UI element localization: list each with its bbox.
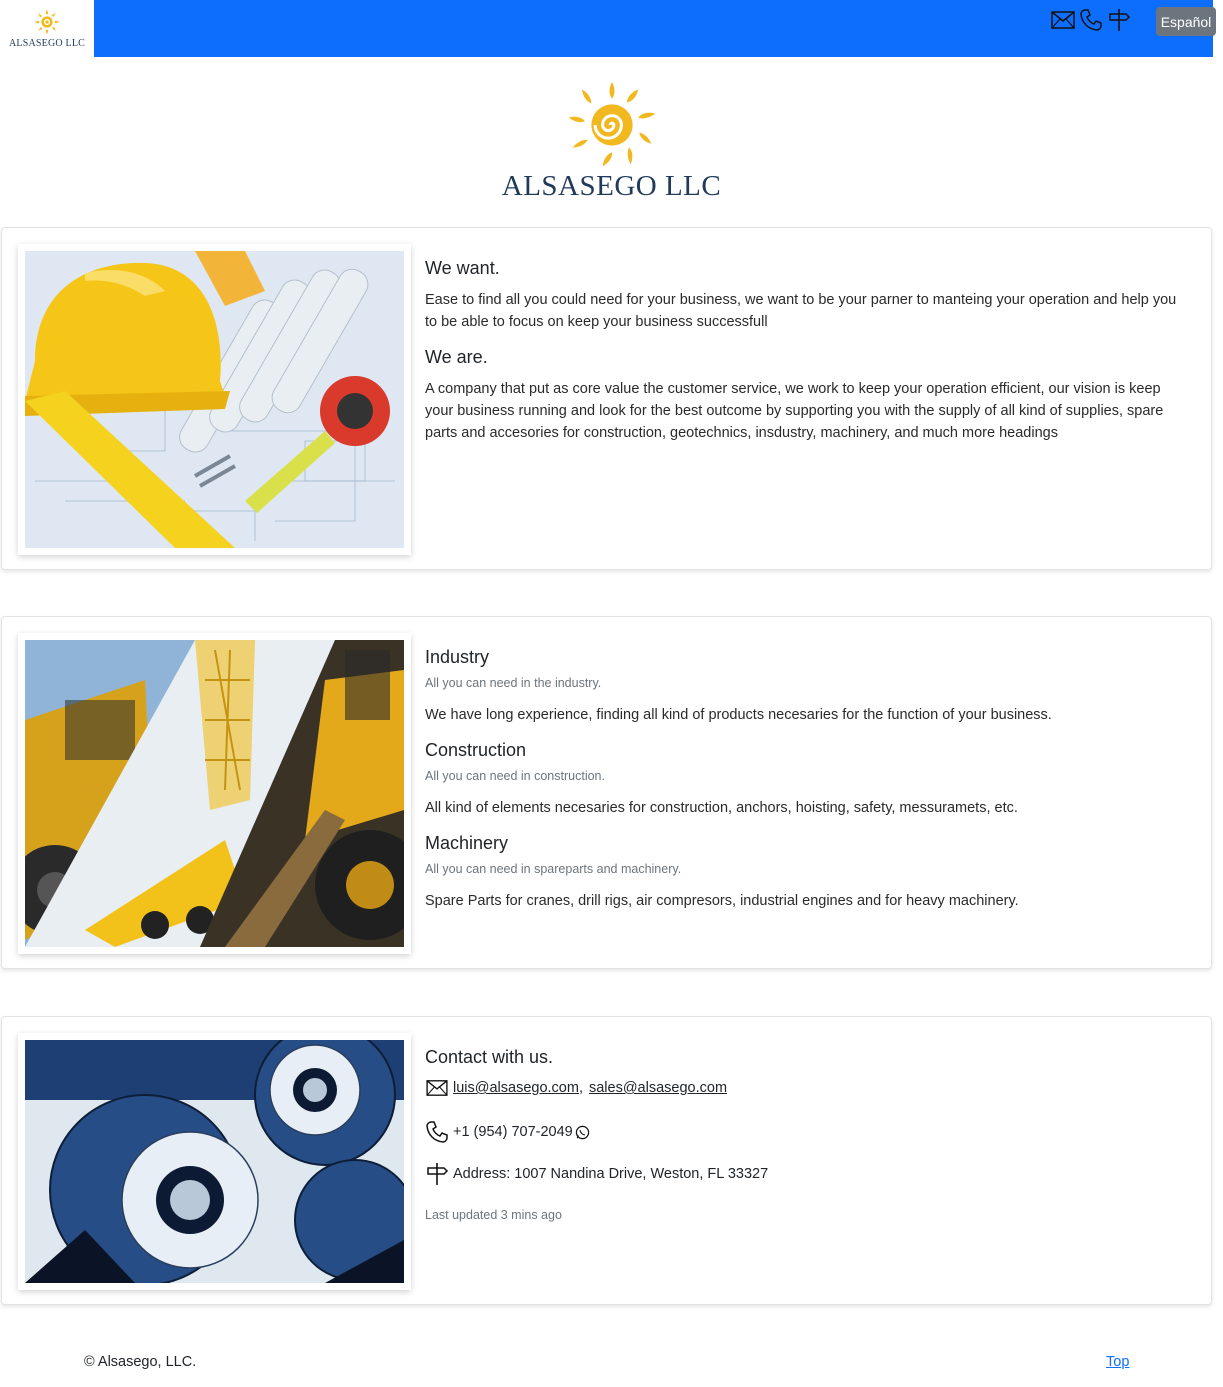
service-subtitle: All you can need in spareparts and machi… bbox=[425, 862, 682, 876]
service-item: Construction All you can need in constru… bbox=[425, 740, 1183, 819]
about-body: We want. Ease to find all you could need… bbox=[425, 258, 1183, 444]
service-subtitle: All you can need in the industry. bbox=[425, 676, 602, 690]
telephone-icon bbox=[425, 1120, 449, 1144]
we-are-heading: We are. bbox=[425, 347, 488, 367]
whatsapp-icon[interactable] bbox=[575, 1124, 591, 1140]
about-card: We want. Ease to find all you could need… bbox=[1, 227, 1212, 570]
contact-heading: Contact with us. bbox=[425, 1047, 554, 1067]
contact-image-frame bbox=[18, 1033, 411, 1290]
phone-number[interactable]: +1 (954) 707-2049 bbox=[453, 1124, 573, 1140]
last-updated-text: Last updated 3 mins ago bbox=[425, 1208, 562, 1222]
email-separator: , bbox=[578, 1080, 583, 1096]
service-item: Machinery All you can need in spareparts… bbox=[425, 833, 1183, 912]
envelope-icon[interactable] bbox=[1051, 8, 1075, 32]
service-text: We have long experience, finding all kin… bbox=[425, 707, 1052, 723]
heavy-machinery-image bbox=[25, 640, 404, 947]
brand-logo[interactable]: ALSASEGO LLC bbox=[0, 0, 94, 57]
address-row: Address: 1007 Nandina Drive, Weston, FL … bbox=[425, 1162, 1183, 1186]
we-want-text: Ease to find all you could need for your… bbox=[425, 292, 1177, 330]
we-want-heading: We want. bbox=[425, 258, 500, 278]
sun-logo-icon bbox=[34, 9, 60, 35]
services-image-frame bbox=[18, 633, 411, 954]
contact-body: Contact with us. luis@alsasego.com , sal… bbox=[425, 1047, 1183, 1236]
email-link-luis[interactable]: luis@alsasego.com bbox=[453, 1080, 579, 1096]
sun-logo-icon bbox=[568, 81, 655, 167]
footer-copyright: © Alsasego, LLC. bbox=[84, 1354, 197, 1370]
gears-image bbox=[25, 1040, 404, 1283]
service-text: All kind of elements necesaries for cons… bbox=[425, 800, 1018, 816]
contact-card: Contact with us. luis@alsasego.com , sal… bbox=[1, 1016, 1212, 1305]
signpost-icon[interactable] bbox=[1107, 8, 1131, 32]
phone-row: +1 (954) 707-2049 bbox=[425, 1120, 1183, 1144]
service-title: Machinery bbox=[425, 833, 509, 853]
services-body: Industry All you can need in the industr… bbox=[425, 647, 1183, 912]
telephone-icon[interactable] bbox=[1079, 8, 1103, 32]
we-are-text: A company that put as core value the cus… bbox=[425, 381, 1164, 441]
envelope-icon bbox=[425, 1076, 449, 1100]
service-title: Construction bbox=[425, 740, 527, 760]
service-title: Industry bbox=[425, 647, 490, 667]
construction-tools-image bbox=[25, 251, 404, 548]
brand-name: ALSASEGO LLC bbox=[8, 38, 85, 49]
back-to-top-link[interactable]: Top bbox=[1106, 1354, 1129, 1370]
service-text: Spare Parts for cranes, drill rigs, air … bbox=[425, 893, 1019, 909]
service-item: Industry All you can need in the industr… bbox=[425, 647, 1183, 726]
email-link-sales[interactable]: sales@alsasego.com bbox=[589, 1080, 727, 1096]
service-subtitle: All you can need in construction. bbox=[425, 769, 605, 783]
about-image-frame bbox=[18, 244, 411, 555]
hero-company-name: ALSASEGO LLC bbox=[501, 170, 722, 202]
nav-icon-group bbox=[1051, 8, 1131, 32]
address-text: Address: 1007 Nandina Drive, Weston, FL … bbox=[453, 1166, 769, 1182]
services-card: Industry All you can need in the industr… bbox=[1, 616, 1212, 969]
navbar: ALSASEGO LLC Español bbox=[0, 0, 1216, 57]
email-row: luis@alsasego.com , sales@alsasego.com bbox=[425, 1076, 1183, 1100]
hero-logo: ALSASEGO LLC bbox=[0, 80, 1223, 203]
signpost-icon bbox=[425, 1162, 449, 1186]
language-toggle-button[interactable]: Español bbox=[1156, 7, 1216, 36]
